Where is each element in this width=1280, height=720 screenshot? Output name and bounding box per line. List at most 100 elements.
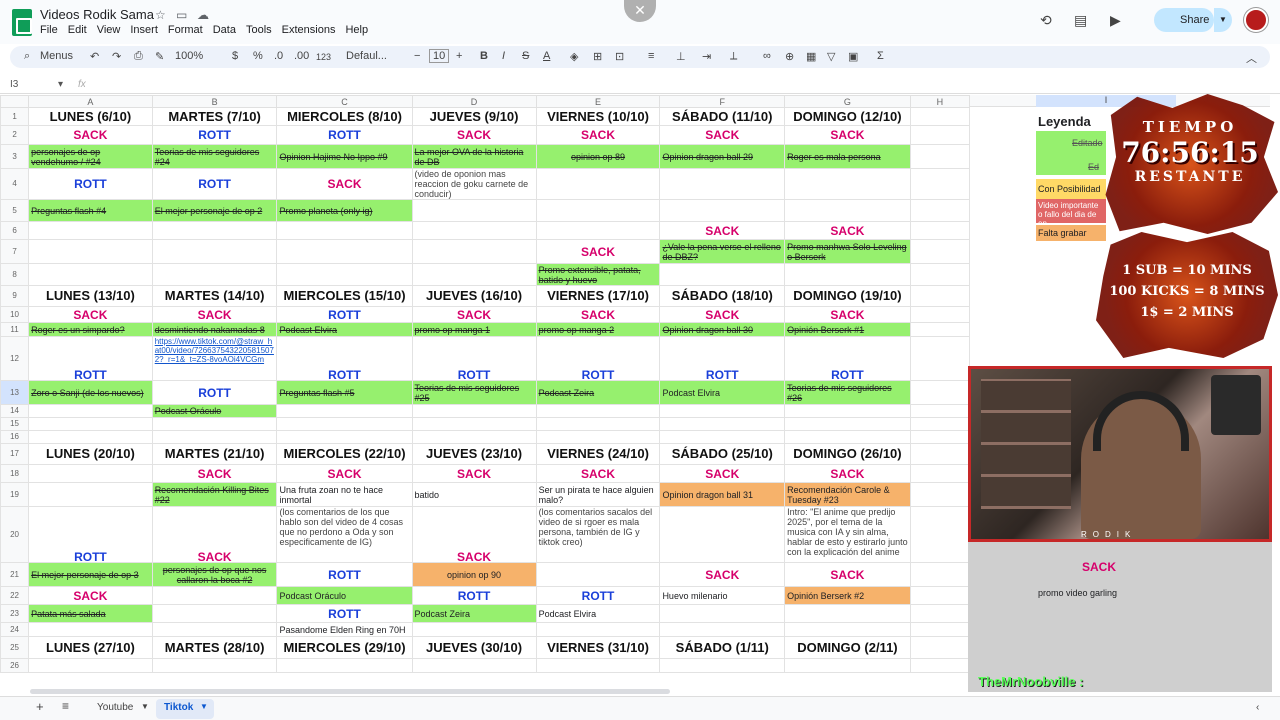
legend-possible[interactable]: Con Posibilidad bbox=[1036, 179, 1106, 199]
collapse-toolbar-icon[interactable]: ︿ bbox=[1246, 50, 1257, 66]
col-header-d[interactable]: D bbox=[411, 95, 537, 108]
status-cell[interactable]: SACK bbox=[784, 221, 911, 240]
star-icon[interactable]: ☆ bbox=[155, 8, 166, 22]
video-cell[interactable]: opinion op 90 bbox=[411, 562, 537, 587]
merge-icon[interactable]: ⊡ bbox=[615, 50, 624, 63]
row-header[interactable]: 12 bbox=[0, 336, 30, 381]
day-header[interactable]: VIERNES (17/10) bbox=[535, 285, 661, 307]
comment-icon[interactable]: ⊕ bbox=[785, 50, 794, 63]
status-cell[interactable]: SACK bbox=[535, 239, 661, 264]
status-cell[interactable]: SACK bbox=[28, 586, 153, 605]
day-header[interactable]: VIERNES (24/10) bbox=[535, 443, 661, 465]
day-header[interactable]: SÁBADO (1/11) bbox=[659, 636, 786, 659]
status-cell[interactable]: SACK bbox=[535, 306, 661, 323]
video-cell[interactable]: El mejor personaje de op 2 bbox=[151, 199, 278, 222]
col-header-h[interactable]: H bbox=[909, 95, 970, 108]
video-cell[interactable]: Podcast Elvira bbox=[659, 380, 786, 405]
undo-icon[interactable]: ↶ bbox=[90, 50, 99, 63]
wrap-icon[interactable]: ⇥ bbox=[702, 50, 711, 63]
video-cell[interactable]: personajes de op que nos callaron la boc… bbox=[151, 562, 278, 587]
row-header[interactable]: 16 bbox=[0, 430, 30, 444]
menu-format[interactable]: Format bbox=[168, 24, 203, 36]
status-cell[interactable]: SACK bbox=[784, 464, 911, 483]
row-header[interactable]: 2 bbox=[0, 125, 30, 145]
status-cell[interactable]: SACK bbox=[784, 125, 911, 145]
status-cell[interactable]: SACK bbox=[535, 125, 661, 145]
video-cell[interactable]: Recomendación Carole & Tuesday #23 bbox=[784, 482, 911, 507]
video-cell[interactable]: Preguntas flash #4 bbox=[28, 199, 153, 222]
row-header[interactable]: 22 bbox=[0, 586, 30, 605]
video-cell[interactable]: Opinion Hajime No Ippo #9 bbox=[276, 144, 413, 169]
row-header[interactable]: 10 bbox=[0, 306, 30, 323]
row-header[interactable]: 5 bbox=[0, 199, 30, 222]
col-header-b[interactable]: B bbox=[151, 95, 278, 108]
day-header[interactable]: SÁBADO (18/10) bbox=[659, 285, 786, 307]
day-header[interactable]: LUNES (27/10) bbox=[28, 636, 153, 659]
status-cell[interactable]: ROTT bbox=[411, 336, 537, 381]
status-cell[interactable]: SACK bbox=[784, 306, 911, 323]
corner-cell[interactable] bbox=[0, 95, 30, 108]
status-cell[interactable]: SACK bbox=[151, 464, 278, 483]
day-header[interactable]: MARTES (21/10) bbox=[151, 443, 278, 465]
menu-edit[interactable]: Edit bbox=[68, 24, 87, 36]
row-header[interactable]: 25 bbox=[0, 636, 30, 659]
day-header[interactable]: SÁBADO (25/10) bbox=[659, 443, 786, 465]
video-cell[interactable]: Pasandome Elden Ring en 70H bbox=[276, 622, 413, 637]
legend-edited[interactable]: Editado bbox=[1072, 138, 1103, 148]
row-header[interactable]: 8 bbox=[0, 263, 30, 286]
status-cell[interactable]: ROTT bbox=[276, 336, 413, 381]
menu-file[interactable]: File bbox=[40, 24, 58, 36]
status-cell[interactable]: SACK bbox=[276, 464, 413, 483]
status-cell[interactable]: ROTT bbox=[784, 336, 911, 381]
row-header[interactable]: 7 bbox=[0, 239, 30, 264]
status-cell[interactable]: ROTT bbox=[276, 306, 413, 323]
row-header[interactable]: 20 bbox=[0, 506, 30, 563]
video-cell[interactable]: Opinion dragon ball 31 bbox=[659, 482, 786, 507]
video-cell[interactable]: La mejor OVA de la historia de DB bbox=[411, 144, 537, 169]
video-cell[interactable]: Podcast Elvira bbox=[276, 322, 413, 337]
video-cell[interactable]: Roger es mala persona bbox=[784, 144, 911, 169]
row-header[interactable]: 9 bbox=[0, 285, 30, 307]
status-cell[interactable]: SACK bbox=[659, 562, 786, 587]
col-header-g[interactable]: G bbox=[784, 95, 911, 108]
row-header[interactable]: 4 bbox=[0, 168, 30, 200]
note-cell[interactable]: (los comentarios sacalos del video de si… bbox=[535, 506, 661, 563]
day-header[interactable]: LUNES (20/10) bbox=[28, 443, 153, 465]
all-sheets-icon[interactable]: ≡ bbox=[62, 699, 69, 713]
video-cell[interactable]: batido bbox=[411, 482, 537, 507]
legend-ed[interactable]: Ed bbox=[1088, 162, 1099, 172]
day-header[interactable]: VIERNES (10/10) bbox=[535, 107, 661, 126]
percent-button[interactable]: % bbox=[253, 50, 263, 62]
legend-pending[interactable]: Falta grabar bbox=[1036, 225, 1106, 241]
day-header[interactable]: LUNES (13/10) bbox=[28, 285, 153, 307]
chart-icon[interactable]: ▦ bbox=[806, 50, 816, 63]
menu-data[interactable]: Data bbox=[213, 24, 236, 36]
menus-search[interactable]: Menus bbox=[40, 50, 73, 62]
row-header[interactable]: 11 bbox=[0, 322, 30, 337]
day-header[interactable]: DOMINGO (26/10) bbox=[784, 443, 911, 465]
row-header[interactable]: 18 bbox=[0, 464, 30, 483]
menu-help[interactable]: Help bbox=[345, 24, 368, 36]
day-header[interactable]: MIERCOLES (29/10) bbox=[276, 636, 413, 659]
day-header[interactable]: MARTES (28/10) bbox=[151, 636, 278, 659]
paint-format-icon[interactable]: ✎ bbox=[155, 50, 164, 63]
fill-color-icon[interactable]: ◈ bbox=[570, 50, 578, 63]
status-cell[interactable]: ROTT bbox=[28, 168, 153, 200]
share-button[interactable]: Share bbox=[1154, 8, 1214, 32]
day-header[interactable]: DOMINGO (12/10) bbox=[784, 107, 911, 126]
sheets-logo-icon[interactable] bbox=[12, 9, 32, 36]
row-header[interactable]: 17 bbox=[0, 443, 30, 465]
status-cell[interactable]: SACK bbox=[659, 221, 786, 240]
day-header[interactable]: JUEVES (9/10) bbox=[411, 107, 537, 126]
status-cell[interactable]: ROTT bbox=[28, 336, 153, 381]
share-dropdown-icon[interactable]: ▼ bbox=[1214, 8, 1232, 32]
note-cell[interactable]: (video de oponion mas reaccion de goku c… bbox=[411, 168, 537, 200]
day-header[interactable]: MARTES (14/10) bbox=[151, 285, 278, 307]
row-header[interactable]: 19 bbox=[0, 482, 30, 507]
row-header[interactable]: 14 bbox=[0, 404, 30, 418]
status-cell[interactable]: SACK bbox=[411, 506, 537, 563]
filter-views-icon[interactable]: ▣ bbox=[848, 50, 858, 63]
italic-button[interactable]: I bbox=[502, 50, 505, 62]
tiktok-link[interactable]: https://www.tiktok.com/@straw_hat00/vide… bbox=[155, 338, 274, 365]
search-icon[interactable]: ⌕ bbox=[24, 50, 30, 63]
